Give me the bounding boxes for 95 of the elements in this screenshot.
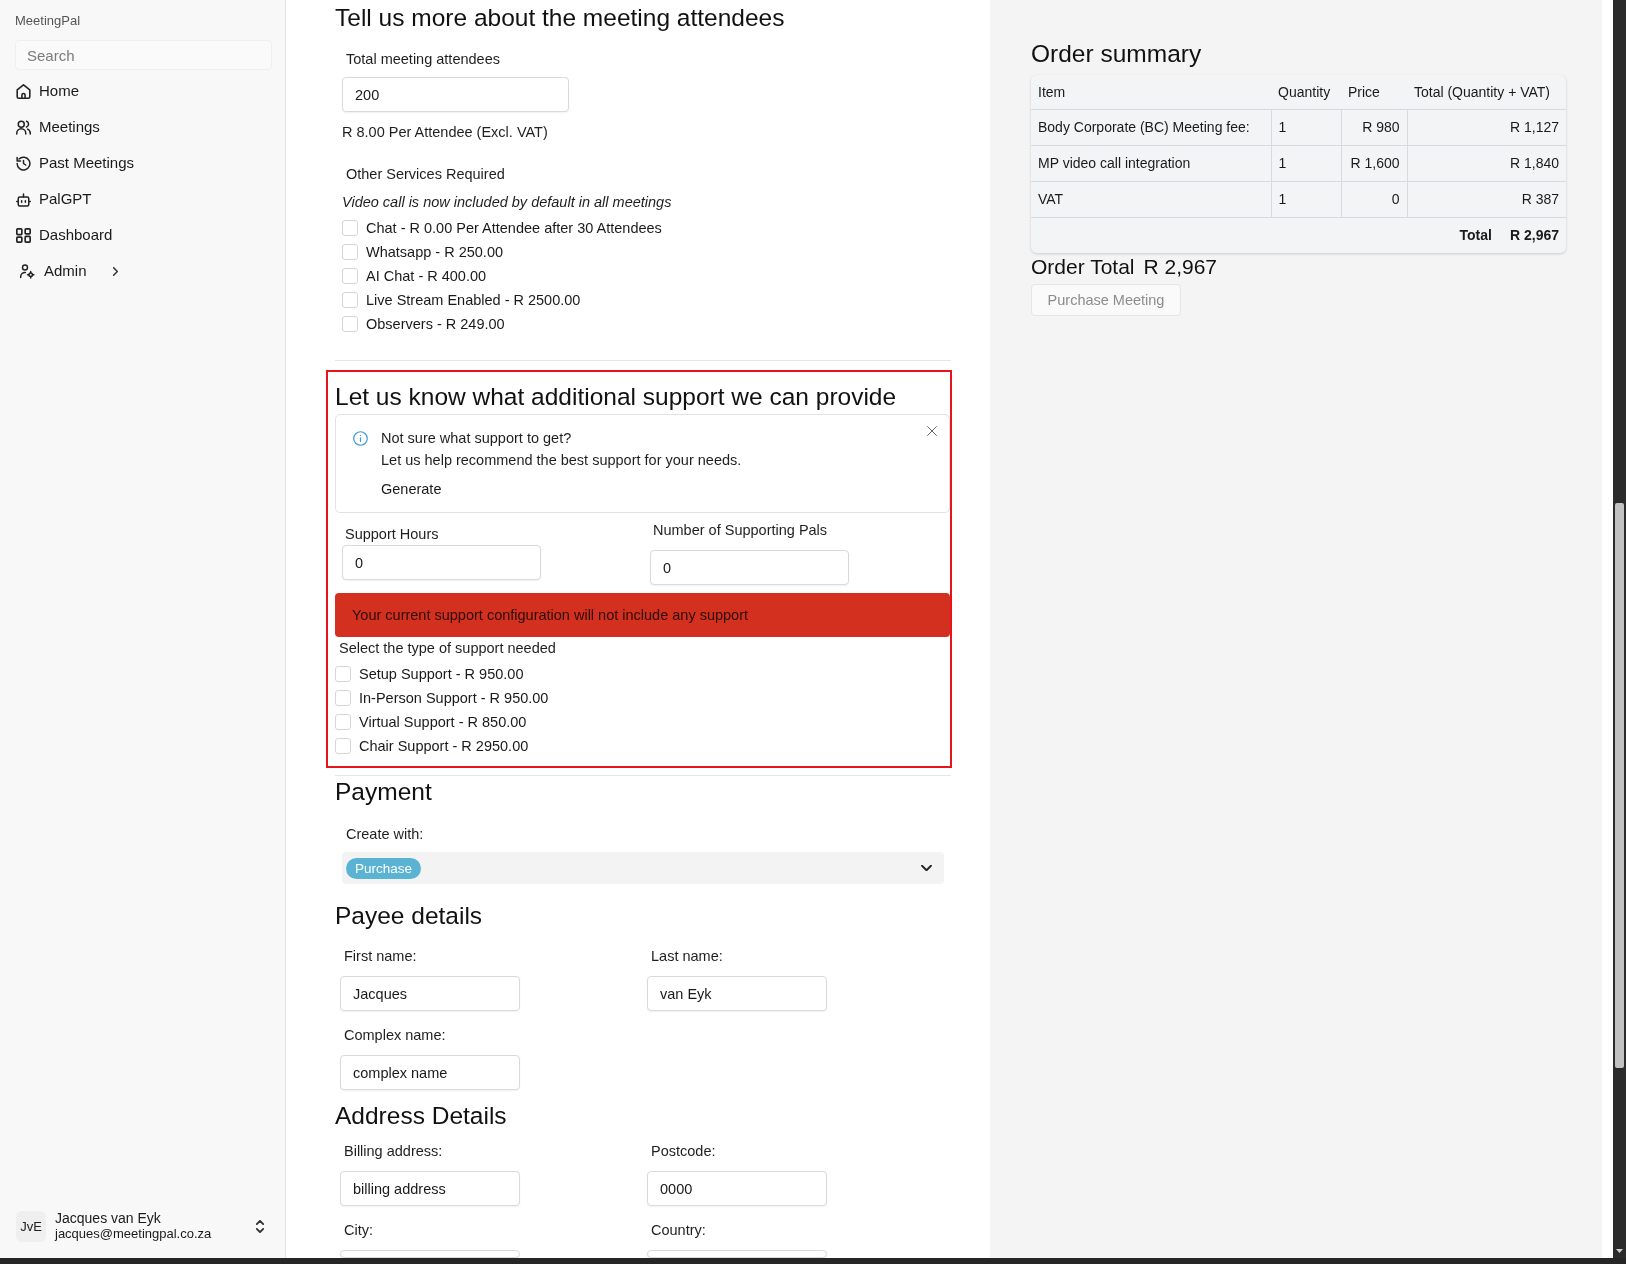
alert-title: Not sure what support to get? — [381, 429, 572, 448]
column-header: Item — [1031, 75, 1271, 109]
option-label: Whatsapp - R 250.00 — [366, 243, 504, 261]
price-note: R 8.00 Per Attendee (Excl. VAT) — [342, 123, 548, 141]
table-cell: 1 — [1271, 145, 1341, 181]
text-field[interactable] — [340, 1250, 520, 1258]
field-label: Create with: — [346, 825, 424, 843]
option-label: In-Person Support - R 950.00 — [359, 689, 549, 707]
checkbox[interactable] — [342, 268, 358, 284]
text-field[interactable]: complex name — [340, 1055, 520, 1090]
total-value: R 2,967 — [1509, 227, 1559, 244]
user-name: Jacques van Eyk — [55, 1210, 162, 1226]
section-heading: Let us know what additional support we can provide — [335, 382, 897, 412]
field-label: Select the type of support needed — [339, 639, 556, 657]
scrollbar[interactable] — [1613, 0, 1626, 1258]
option-label: Chat - R 0.00 Per Attendee after 30 Attendees — [366, 219, 662, 237]
checkbox[interactable] — [342, 220, 358, 236]
checkbox[interactable] — [335, 690, 351, 706]
chevron-up-down-icon[interactable] — [256, 1219, 264, 1233]
option-label: Setup Support - R 950.00 — [359, 665, 524, 683]
generate-button[interactable]: Generate — [381, 479, 442, 499]
scrollbar-thumb[interactable] — [1615, 503, 1624, 1068]
table-cell: 0 — [1341, 181, 1407, 217]
table-cell: MP video call integration — [1031, 145, 1271, 181]
option-label: Live Stream Enabled - R 2500.00 — [366, 291, 581, 309]
option-label: Virtual Support - R 850.00 — [359, 713, 527, 731]
search-field[interactable]: Search — [15, 40, 272, 70]
table-cell: 1 — [1271, 109, 1341, 145]
alert-text: Let us help recommend the best support for your needs. — [381, 451, 742, 470]
nav-item[interactable]: Home — [12, 80, 83, 102]
table-cell: 1 — [1271, 181, 1341, 217]
checkbox[interactable] — [342, 316, 358, 332]
history-icon — [16, 155, 31, 171]
text-field[interactable]: 0000 — [647, 1171, 827, 1206]
selected-tag: Purchase — [346, 857, 422, 879]
order-total-value: R 2,967 — [1143, 254, 1218, 280]
checkbox[interactable] — [335, 714, 351, 730]
total-label: Total — [1459, 227, 1492, 244]
section-heading: Tell us more about the meeting attendees — [335, 3, 785, 33]
support-hours-field[interactable]: 0 — [342, 545, 541, 580]
home-icon — [16, 83, 31, 99]
section-heading: Order summary — [1031, 39, 1202, 69]
table-cell: Body Corporate (BC) Meeting fee: — [1031, 109, 1271, 145]
text-field[interactable]: billing address — [340, 1171, 520, 1206]
field-label: Support Hours — [345, 525, 439, 543]
robot-icon — [16, 191, 31, 207]
section-heading: Payee details — [335, 901, 483, 931]
nav-item[interactable]: Admin — [12, 260, 122, 282]
field-label: City: — [344, 1221, 373, 1239]
supporting-pals-field[interactable]: 0 — [650, 550, 849, 585]
column-header: Price — [1341, 75, 1407, 109]
nav-item[interactable]: Dashboard — [12, 224, 117, 246]
close-icon[interactable] — [927, 426, 937, 436]
user-avatar: JvE — [16, 1210, 46, 1242]
table-cell: VAT — [1031, 181, 1271, 217]
user-email: jacques@meetingpal.co.za — [55, 1226, 212, 1242]
text-field[interactable]: Jacques — [340, 976, 520, 1011]
checkbox[interactable] — [335, 666, 351, 682]
people-icon — [16, 119, 31, 135]
info-icon — [353, 431, 368, 446]
field-label: Postcode: — [651, 1142, 716, 1160]
user-gear-icon — [20, 263, 35, 279]
field-label: Total meeting attendees — [346, 50, 500, 68]
field-label: Other Services Required — [346, 165, 505, 183]
dashboard-grid-icon — [16, 227, 31, 243]
warning-banner: Your current support configuration will not include any support — [335, 593, 950, 637]
field-label: Last name: — [651, 947, 723, 965]
checkbox[interactable] — [342, 292, 358, 308]
services-note: Video call is now included by default in all meetings — [342, 193, 672, 211]
nav-item[interactable]: Past Meetings — [12, 152, 139, 174]
field-label: First name: — [344, 947, 417, 965]
text-field[interactable] — [647, 1250, 827, 1258]
field-label: Billing address: — [344, 1142, 443, 1160]
order-total-label: Order Total — [1031, 254, 1135, 280]
attendee-count-field[interactable]: 200 — [342, 77, 569, 112]
column-header: Total (Quantity + VAT) — [1407, 75, 1566, 109]
field-label: Number of Supporting Pals — [653, 521, 828, 539]
section-heading: Payment — [335, 777, 432, 807]
nav-item[interactable]: Meetings — [12, 116, 104, 138]
scroll-down-arrow-icon[interactable] — [1616, 1249, 1623, 1253]
option-label: Observers - R 249.00 — [366, 315, 505, 333]
checkbox[interactable] — [335, 738, 351, 754]
table-cell: R 1,600 — [1341, 145, 1407, 181]
section-heading: Address Details — [335, 1101, 507, 1131]
field-label: Complex name: — [344, 1026, 446, 1044]
nav-item[interactable]: PalGPT — [12, 188, 96, 210]
field-label: Country: — [651, 1221, 706, 1239]
checkbox[interactable] — [342, 244, 358, 260]
option-label: Chair Support - R 2950.00 — [359, 737, 529, 755]
column-header: Quantity — [1271, 75, 1341, 109]
option-label: AI Chat - R 400.00 — [366, 267, 487, 285]
app-name: MeetingPal — [15, 13, 81, 29]
table-cell: R 980 — [1341, 109, 1407, 145]
text-field[interactable]: van Eyk — [647, 976, 827, 1011]
chevron-down-icon — [921, 865, 932, 871]
